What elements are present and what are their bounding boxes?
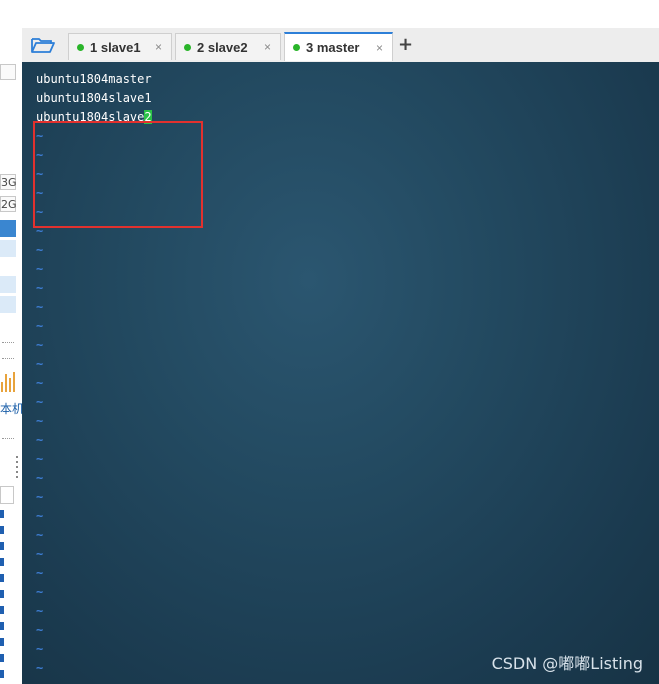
tab-label: 1 slave1: [90, 39, 141, 55]
sidebar-row[interactable]: [0, 240, 16, 257]
sidebar-row[interactable]: [0, 296, 16, 313]
vim-empty-line-tilde: ~: [36, 509, 44, 523]
session-sidebar: 3G 2G 本机: [0, 28, 23, 684]
vim-empty-line-tilde: ~: [36, 604, 44, 618]
tab-label: 2 slave2: [197, 39, 248, 55]
tab-slave2[interactable]: 2 slave2 ×: [175, 33, 281, 60]
vim-empty-line-tilde: ~: [36, 357, 44, 371]
terminal-pane[interactable]: ubuntu1804master ubuntu1804slave1 ubuntu…: [22, 62, 659, 684]
sidebar-divider: [2, 438, 14, 439]
sidebar-row[interactable]: [0, 276, 16, 293]
sidebar-partial-label[interactable]: 本机: [0, 400, 22, 417]
vim-empty-line-tilde: ~: [36, 490, 44, 504]
vim-empty-line-tilde: ~: [36, 262, 44, 276]
resize-handle-icon[interactable]: [16, 456, 19, 481]
buffer-line: ubuntu1804master: [36, 72, 152, 86]
vim-empty-line-tilde: ~: [36, 566, 44, 580]
sidebar-collapse-box[interactable]: [0, 64, 16, 80]
vim-empty-line-tilde: ~: [36, 414, 44, 428]
vim-empty-line-tilde: ~: [36, 528, 44, 542]
buffer-line: ubuntu1804slave1: [36, 89, 152, 108]
close-icon[interactable]: ×: [376, 41, 383, 55]
vim-empty-line-tilde: ~: [36, 623, 44, 637]
sidebar-divider: [2, 358, 14, 359]
vim-empty-line-tilde: ~: [36, 452, 44, 466]
status-dot-icon: [293, 44, 300, 51]
vim-empty-line-tilde: ~: [36, 661, 44, 675]
memory-size-2: 2G: [0, 196, 17, 212]
vim-empty-line-tilde: ~: [36, 319, 44, 333]
vim-empty-line-tilde: ~: [36, 471, 44, 485]
tab-label: 3 master: [306, 40, 360, 55]
vim-empty-line-tilde: ~: [36, 300, 44, 314]
vim-empty-line-tilde: ~: [36, 243, 44, 257]
buffer-line-text: ubuntu1804slave1: [36, 91, 152, 105]
folder-open-icon[interactable]: [30, 35, 56, 55]
sidebar-input[interactable]: [0, 486, 14, 504]
memory-size-1: 3G: [0, 174, 17, 190]
sidebar-divider: [2, 342, 14, 343]
close-icon[interactable]: ×: [264, 40, 271, 54]
vim-empty-line-tilde: ~: [36, 338, 44, 352]
sidebar-list-markers: [0, 510, 5, 684]
status-dot-icon: [77, 43, 84, 51]
sidebar-selected-row[interactable]: [0, 220, 16, 237]
vim-empty-line-tilde: ~: [36, 433, 44, 447]
session-tab-bar: 1 slave1 × 2 slave2 × 3 master × +: [22, 28, 659, 63]
annotation-highlight-box: [33, 121, 203, 228]
close-icon[interactable]: ×: [155, 40, 162, 54]
chart-bars-icon: [0, 370, 16, 392]
status-dot-icon: [184, 43, 191, 51]
vim-empty-line-tilde: ~: [36, 642, 44, 656]
vim-empty-line-tilde: ~: [36, 547, 44, 561]
vim-empty-line-tilde: ~: [36, 376, 44, 390]
watermark: CSDN @嘟嘟Listing: [491, 654, 643, 673]
vim-empty-line-tilde: ~: [36, 585, 44, 599]
vim-empty-line-tilde: ~: [36, 281, 44, 295]
tab-master[interactable]: 3 master ×: [284, 32, 393, 61]
tab-slave1[interactable]: 1 slave1 ×: [68, 33, 172, 60]
vim-empty-line-tilde: ~: [36, 395, 44, 409]
plus-icon[interactable]: +: [398, 34, 413, 55]
